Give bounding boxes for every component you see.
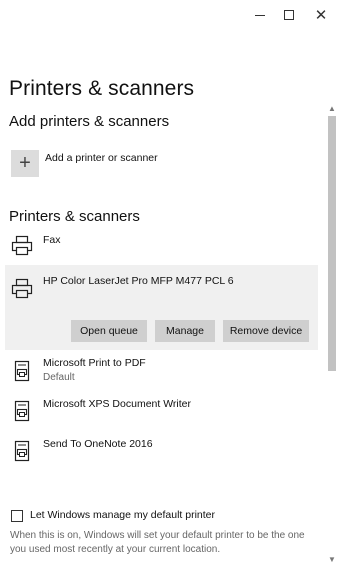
scroll-up-icon[interactable]: ▲ — [326, 104, 338, 114]
maximize-button[interactable] — [276, 4, 302, 26]
manage-button[interactable]: Manage — [155, 320, 215, 342]
plus-icon: + — [19, 152, 31, 174]
manage-default-label[interactable]: Let Windows manage my default printer — [30, 509, 215, 521]
printer-name: Fax — [43, 234, 61, 246]
document-printer-icon — [14, 400, 30, 422]
printer-icon — [11, 278, 33, 299]
minimize-icon — [255, 14, 265, 16]
add-section-heading: Add printers & scanners — [9, 113, 170, 130]
scroll-down-icon[interactable]: ▼ — [326, 555, 338, 565]
minimize-button[interactable] — [247, 4, 273, 26]
printer-item-fax[interactable]: Fax — [0, 230, 320, 260]
printer-item-hp[interactable]: HP Color LaserJet Pro MFP M477 PCL 6 — [0, 270, 320, 300]
remove-device-button[interactable]: Remove device — [223, 320, 309, 342]
printer-status: Default — [43, 372, 75, 383]
close-icon: ✕ — [314, 7, 328, 24]
printer-name: Microsoft Print to PDF — [43, 357, 146, 369]
printer-item-onenote[interactable]: Send To OneNote 2016 — [0, 435, 320, 467]
scrollbar[interactable]: ▲ ▼ — [326, 100, 338, 570]
manage-default-checkbox[interactable] — [11, 510, 23, 522]
add-printer-label[interactable]: Add a printer or scanner — [45, 152, 158, 164]
printer-name: HP Color LaserJet Pro MFP M477 PCL 6 — [43, 275, 234, 287]
manage-default-description: When this is on, Windows will set your d… — [10, 530, 305, 555]
printer-item-pdf[interactable]: Microsoft Print to PDF Default — [0, 355, 320, 391]
printers-section-heading: Printers & scanners — [9, 208, 140, 225]
add-printer-button[interactable]: + — [11, 150, 39, 177]
printer-name: Send To OneNote 2016 — [43, 438, 153, 450]
printer-item-xps[interactable]: Microsoft XPS Document Writer — [0, 395, 320, 427]
document-printer-icon — [14, 360, 30, 382]
title-bar: ✕ — [0, 0, 340, 30]
document-printer-icon — [14, 440, 30, 462]
scroll-thumb[interactable] — [328, 116, 336, 371]
close-button[interactable]: ✕ — [308, 4, 334, 26]
open-queue-button[interactable]: Open queue — [71, 320, 147, 342]
page-title: Printers & scanners — [9, 77, 195, 100]
maximize-icon — [284, 10, 294, 20]
printer-name: Microsoft XPS Document Writer — [43, 398, 192, 410]
printer-icon — [11, 235, 33, 256]
